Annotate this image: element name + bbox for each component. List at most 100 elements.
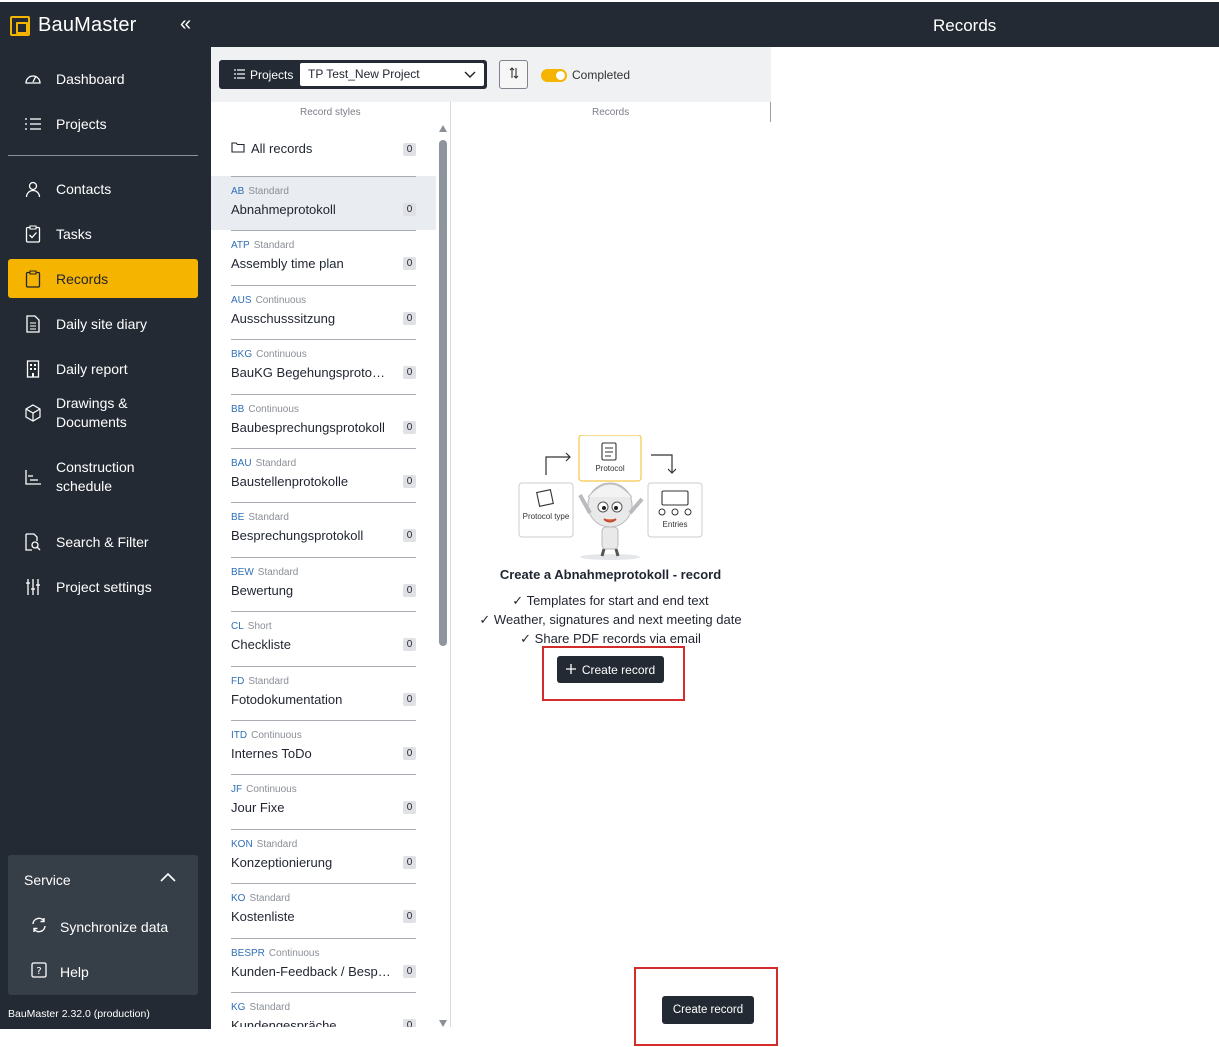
synchronize-data-button[interactable]: Synchronize data: [30, 916, 168, 937]
sidebar-item-search-filter[interactable]: Search & Filter: [8, 522, 198, 561]
record-style-item[interactable]: BB Continuous Baubesprechungsprotokoll 0: [211, 393, 436, 448]
record-style-item[interactable]: ATP Standard Assembly time plan 0: [211, 230, 436, 284]
list-scrollbar[interactable]: [436, 122, 450, 1027]
record-style-code: KON: [231, 838, 253, 850]
record-style-name: Checkliste: [231, 637, 291, 653]
synchronize-data-label: Synchronize data: [60, 918, 169, 935]
sidebar-item-label: Tasks: [56, 225, 92, 242]
project-dropdown[interactable]: TP Test_New Project: [300, 63, 484, 86]
help-button[interactable]: ? Help: [30, 961, 89, 982]
pane-divider: [450, 102, 451, 1027]
service-title: Service: [24, 872, 71, 888]
record-style-item[interactable]: BKG Continuous BauKG Begehungsprotokoll 0: [211, 339, 436, 393]
record-style-code: BB: [231, 403, 245, 415]
row-divider: [231, 176, 416, 177]
record-style-code-wrap: KG Standard: [231, 1002, 290, 1013]
sidebar-item-contacts[interactable]: Contacts: [8, 169, 198, 208]
record-style-type: Standard: [253, 240, 295, 252]
count-badge: 0: [403, 855, 416, 869]
help-icon: ?: [30, 961, 48, 982]
sidebar-item-label: Drawings & Documents: [56, 395, 128, 430]
project-selector[interactable]: Projects TP Test_New Project: [219, 60, 487, 89]
record-style-item[interactable]: FD Standard Fotodokumentation 0: [211, 665, 436, 720]
feature-text: Weather, signatures and next meeting dat…: [493, 612, 742, 627]
chevron-up-icon[interactable]: [160, 869, 176, 885]
sort-button[interactable]: [499, 60, 528, 89]
record-style-item[interactable]: BEW Standard Bewertung 0: [211, 556, 436, 611]
illus-entries-label: Entries: [663, 520, 688, 529]
record-style-item[interactable]: AB Standard Abnahmeprotokoll 0: [211, 176, 436, 230]
all-records-label: All records: [251, 141, 313, 156]
record-style-code: FD: [231, 675, 245, 687]
record-style-type: Continuous: [248, 403, 299, 415]
highlight-box: [542, 646, 685, 701]
svg-text:?: ?: [36, 966, 41, 977]
sidebar-item-projects[interactable]: Projects: [8, 104, 198, 143]
count-badge: 0: [403, 420, 416, 434]
document-icon: [24, 314, 42, 333]
row-divider: [231, 502, 416, 504]
record-style-code-wrap: BESPR Continuous: [231, 948, 320, 959]
record-style-type: Continuous: [251, 730, 302, 741]
sidebar-item-project-settings[interactable]: Project settings: [8, 567, 198, 606]
record-style-name: Bewertung: [231, 582, 294, 598]
record-style-code: BE: [231, 512, 245, 524]
app-version: BauMaster 2.32.0 (production): [8, 1008, 150, 1020]
empty-state-title: Create a Abnahmeprotokoll - record: [499, 567, 722, 582]
app-logo[interactable]: BauMaster: [10, 14, 137, 37]
record-style-item[interactable]: BESPRContinuous Kunden-Feedback / Besprec…: [211, 937, 436, 992]
row-divider: [231, 556, 416, 558]
pane-divider-right: [770, 102, 771, 122]
record-style-type: Standard: [255, 458, 297, 469]
record-style-item[interactable]: BE Standard Besprechungsprotokoll 0: [211, 502, 436, 556]
row-divider: [231, 937, 416, 939]
sidebar-item-construction-schedule[interactable]: Construction schedule: [8, 454, 198, 500]
building-icon: [24, 359, 42, 378]
sidebar-item-daily-report[interactable]: Daily report: [8, 349, 198, 388]
record-style-code-wrap: BB Continuous: [231, 404, 299, 415]
sidebar-item-label: Projects: [56, 115, 107, 132]
record-style-item[interactable]: ITD Continuous Internes ToDo 0: [211, 720, 436, 774]
record-style-name: Kunden-Feedback / Besprechung: [231, 963, 391, 979]
nav-divider: [8, 155, 198, 156]
sidebar-item-records[interactable]: Records: [8, 259, 198, 298]
record-style-name: Besprechungsprotokoll: [231, 528, 364, 544]
scroll-thumb[interactable]: [439, 140, 447, 646]
records-toolbar: Projects TP Test_New Project Completed: [211, 47, 771, 102]
all-records-wrap: All records: [231, 141, 312, 156]
record-style-item[interactable]: KO Standard Kostenliste 0: [211, 883, 436, 937]
record-style-item[interactable]: KON Standard Konzeptionierung 0: [211, 828, 436, 883]
record-style-item[interactable]: BAU Standard Baustellenprotokolle 0: [211, 448, 436, 502]
record-style-item[interactable]: KG Standard Kundengespräche 0: [211, 992, 436, 1027]
list-icon: [24, 115, 42, 133]
row-divider: [231, 339, 416, 341]
search-document-icon: [24, 532, 42, 551]
highlight-box: [634, 967, 778, 1046]
sidebar-item-daily-site-diary[interactable]: Daily site diary: [8, 304, 198, 343]
record-style-name: Kundengespräche: [231, 1018, 337, 1027]
projects-label: Projects: [250, 67, 294, 82]
row-divider: [231, 611, 416, 613]
record-style-type: Standard: [248, 512, 289, 524]
cube-icon: [24, 404, 42, 422]
count-badge: 0: [403, 638, 416, 652]
feature-item: ✓ Share PDF records via email: [520, 631, 701, 646]
sidebar-item-dashboard[interactable]: Dashboard: [8, 59, 198, 98]
sidebar-item-drawings-documents[interactable]: Drawings & Documents: [8, 390, 198, 436]
count-badge: 0: [403, 143, 416, 156]
scroll-up-arrow-icon[interactable]: [439, 125, 447, 132]
completed-toggle[interactable]: [541, 69, 567, 82]
record-style-item[interactable]: AUS Continuous Ausschusssitzung 0: [211, 284, 436, 339]
record-style-code: ATP: [231, 240, 250, 252]
collapse-sidebar-icon[interactable]: «: [180, 13, 191, 36]
record-style-item[interactable]: CL Short Checkliste 0: [211, 611, 436, 665]
all-records-item[interactable]: All records 0: [211, 122, 436, 174]
record-style-code: BAU: [231, 458, 252, 469]
record-style-code-wrap: KO Standard: [231, 893, 290, 904]
sidebar-item-tasks[interactable]: Tasks: [8, 214, 198, 253]
record-style-item[interactable]: JF Continuous Jour Fixe 0: [211, 774, 436, 828]
gauge-icon: [24, 70, 42, 88]
scroll-down-arrow-icon[interactable]: [439, 1020, 447, 1027]
record-style-code-wrap: JF Continuous: [231, 784, 297, 795]
sidebar-item-label: Dashboard: [56, 70, 125, 87]
